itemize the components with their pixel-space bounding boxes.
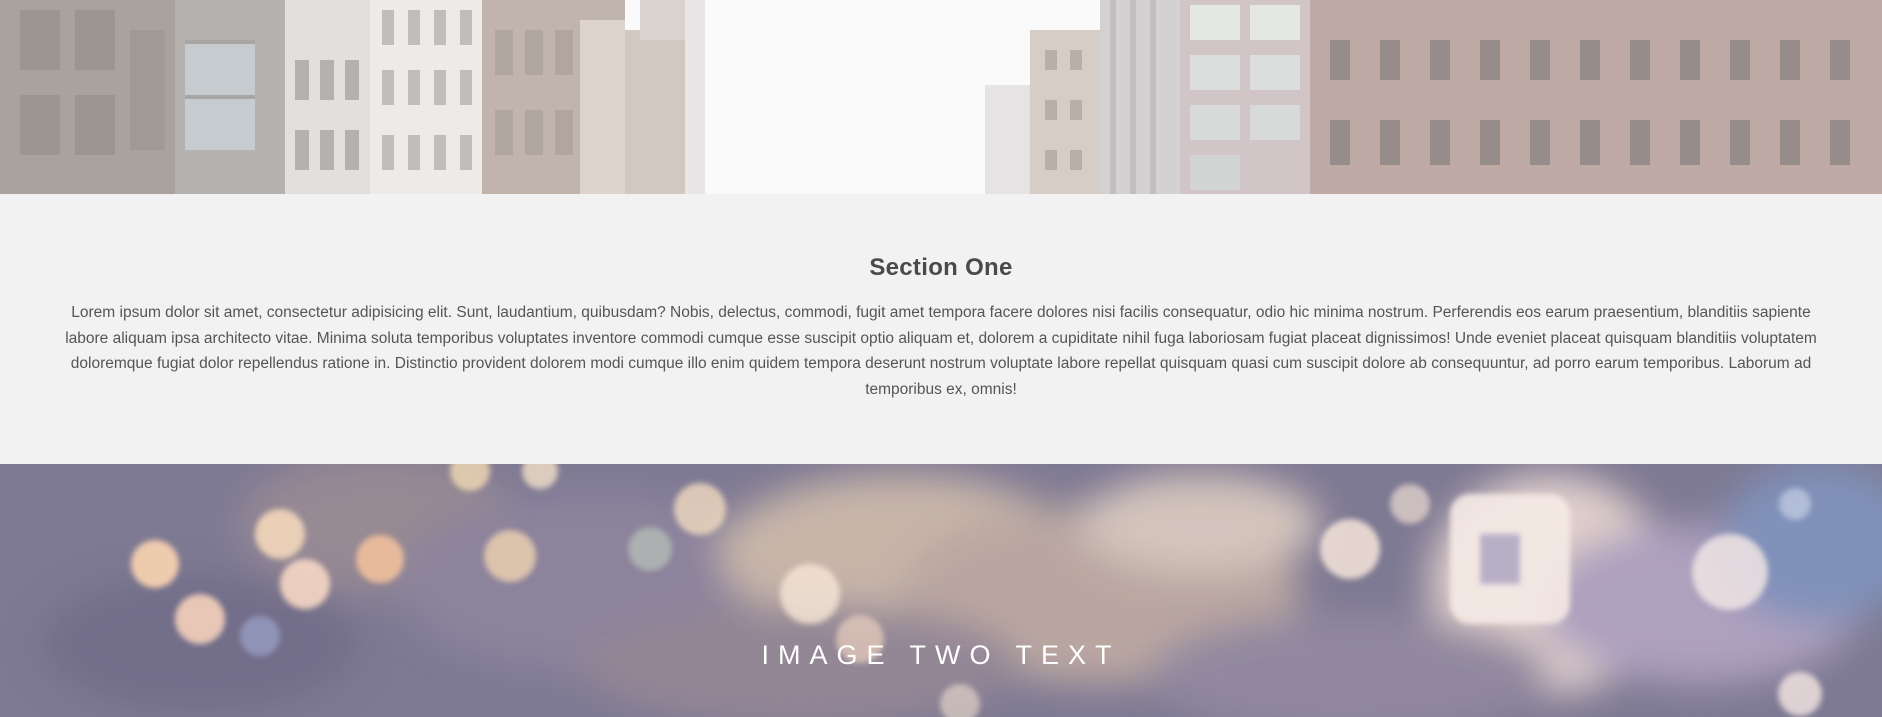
city-buildings-illustration: [0, 0, 1882, 194]
section-one: Section One Lorem ipsum dolor sit amet, …: [0, 194, 1882, 464]
city-night-bokeh-image: [0, 464, 1882, 717]
section-title: Section One: [869, 254, 1013, 281]
page: Section One Lorem ipsum dolor sit amet, …: [0, 0, 1882, 717]
image-two-caption: IMAGE TWO TEXT: [761, 640, 1121, 670]
section-body-text: Lorem ipsum dolor sit amet, consectetur …: [65, 304, 1817, 398]
city-street-buildings-image: [0, 0, 1882, 194]
bokeh-lights-illustration: [0, 464, 1882, 717]
